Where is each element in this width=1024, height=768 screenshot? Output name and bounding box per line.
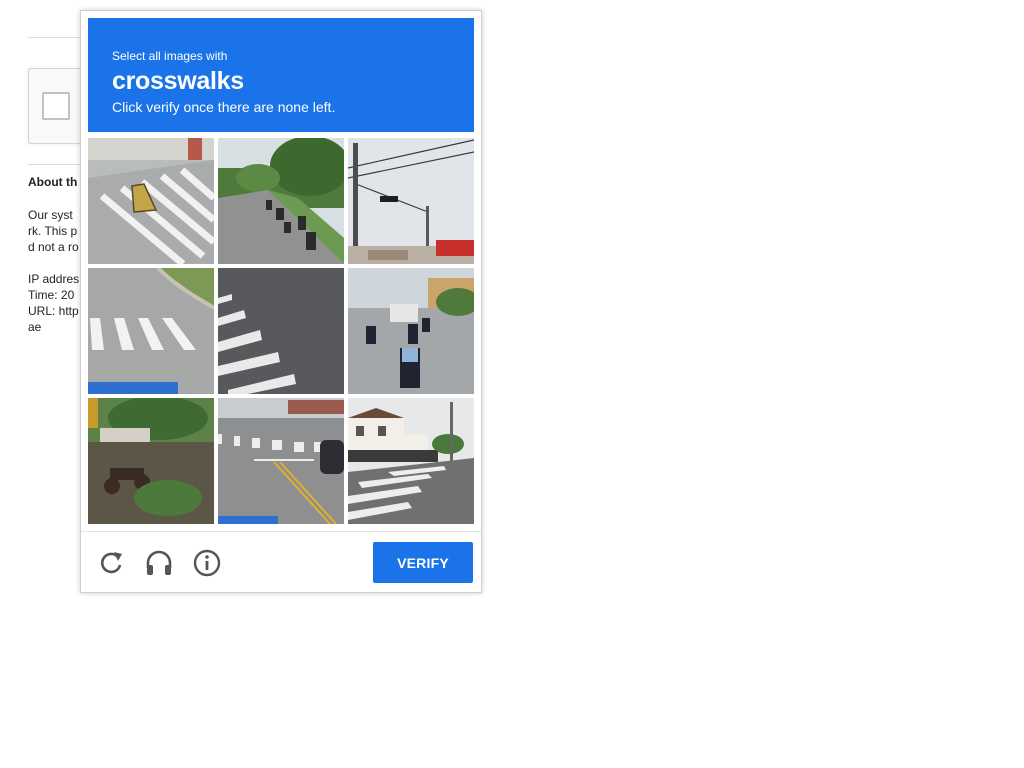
image-tile-6[interactable] bbox=[348, 268, 474, 394]
captcha-challenge-dialog: Select all images with crosswalks Click … bbox=[80, 10, 482, 593]
challenge-instructions: Click verify once there are none left. bbox=[112, 99, 336, 115]
image-tile-7[interactable] bbox=[88, 398, 214, 524]
image-tile-3[interactable] bbox=[348, 138, 474, 264]
info-icon[interactable] bbox=[192, 548, 222, 578]
street-motorcyclists-image bbox=[348, 268, 474, 394]
about-text-line: Our syst bbox=[28, 208, 73, 222]
headphones-icon[interactable] bbox=[144, 548, 174, 578]
challenge-prompt: Select all images with bbox=[112, 49, 228, 63]
road-yellow-lines-image bbox=[218, 398, 344, 524]
reload-icon[interactable] bbox=[96, 548, 126, 578]
about-text-line: rk. This p bbox=[28, 224, 78, 238]
challenge-target-word: crosswalks bbox=[112, 67, 244, 95]
traffic-light-image bbox=[348, 138, 474, 264]
about-heading: About th bbox=[28, 175, 78, 189]
house-crosswalk-image bbox=[348, 398, 474, 524]
image-tile-9[interactable] bbox=[348, 398, 474, 524]
curved-road-crosswalk-image bbox=[88, 268, 214, 394]
image-tile-2[interactable] bbox=[218, 138, 344, 264]
image-tile-8[interactable] bbox=[218, 398, 344, 524]
road-motorcycles-image bbox=[218, 138, 344, 264]
crosswalk-sign-image bbox=[88, 138, 214, 264]
divider-middle bbox=[28, 164, 83, 165]
image-grid bbox=[88, 138, 474, 524]
divider-top bbox=[28, 37, 83, 38]
url-continued-line: ae bbox=[28, 320, 42, 334]
verify-button[interactable]: VERIFY bbox=[373, 542, 473, 583]
garden-motorcycle-image bbox=[88, 398, 214, 524]
image-tile-1[interactable] bbox=[88, 138, 214, 264]
challenge-header: Select all images with crosswalks Click … bbox=[88, 18, 474, 132]
about-text-line: d not a ro bbox=[28, 240, 79, 254]
challenge-footer: VERIFY bbox=[81, 531, 481, 593]
image-tile-4[interactable] bbox=[88, 268, 214, 394]
ip-address-line: IP addres bbox=[28, 272, 80, 286]
asphalt-stripes-image bbox=[218, 268, 344, 394]
image-tile-5[interactable] bbox=[218, 268, 344, 394]
recaptcha-checkbox[interactable] bbox=[42, 92, 70, 120]
time-line: Time: 20 bbox=[28, 288, 75, 302]
url-line: URL: http bbox=[28, 304, 79, 318]
